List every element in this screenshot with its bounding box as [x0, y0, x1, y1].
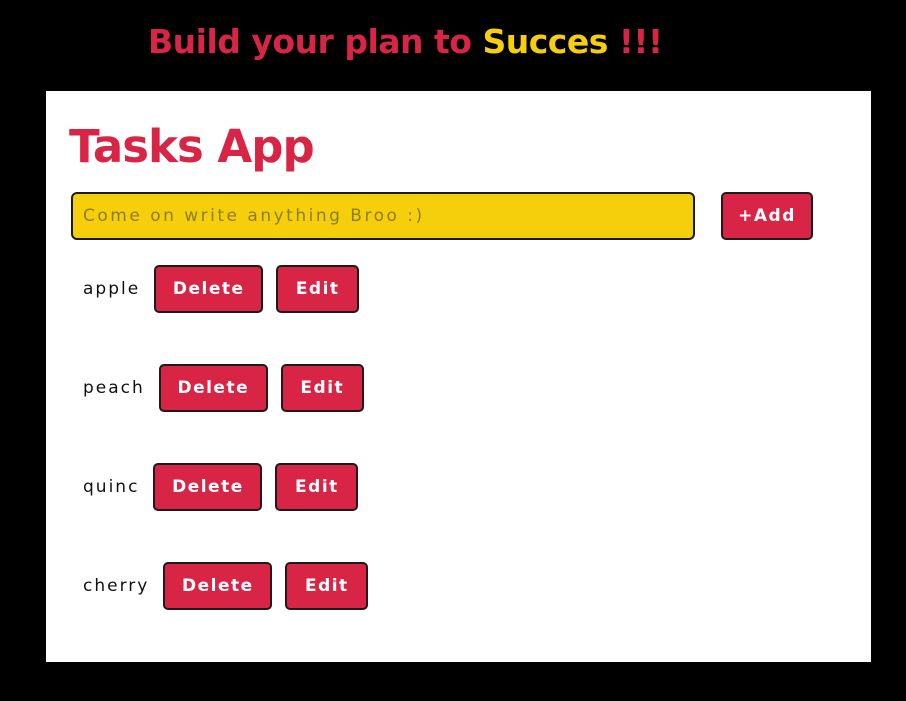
delete-task-button[interactable]: Delete: [158, 364, 268, 412]
task-input[interactable]: [71, 192, 695, 240]
task-text: quinc: [83, 477, 140, 497]
banner-text-start: Build your plan to: [148, 22, 483, 61]
delete-task-button[interactable]: Delete: [154, 265, 264, 313]
task-item: apple Delete Edit: [83, 265, 360, 313]
task-text: apple: [83, 279, 141, 299]
tasks-app-card: Tasks App +Add apple Delete Edit peach D…: [46, 91, 871, 662]
task-text: peach: [83, 378, 145, 398]
banner-heading: Build your plan to Succes !!!: [148, 18, 663, 66]
task-item: quinc Delete Edit: [83, 463, 359, 511]
app-title: Tasks App: [69, 120, 315, 173]
edit-task-button[interactable]: Edit: [275, 463, 359, 511]
edit-task-button[interactable]: Edit: [285, 562, 369, 610]
add-task-button[interactable]: +Add: [721, 192, 813, 240]
task-item: peach Delete Edit: [83, 364, 364, 412]
task-item: cherry Delete Edit: [83, 562, 369, 610]
delete-task-button[interactable]: Delete: [153, 463, 263, 511]
edit-task-button[interactable]: Edit: [280, 364, 364, 412]
banner-text-end: !!!: [607, 22, 663, 61]
task-text: cherry: [83, 576, 150, 596]
banner-text-highlight: Succes: [482, 22, 608, 61]
delete-task-button[interactable]: Delete: [163, 562, 273, 610]
edit-task-button[interactable]: Edit: [276, 265, 360, 313]
